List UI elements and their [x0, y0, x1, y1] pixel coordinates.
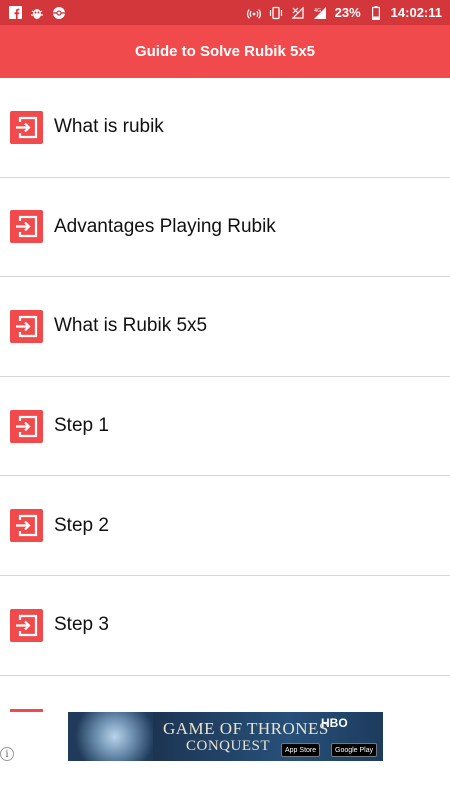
app-store-badge[interactable]: App Store	[281, 743, 321, 757]
list-item-label: Step 1	[54, 415, 109, 437]
list-item[interactable]: Step 3	[0, 576, 450, 676]
page-title: Guide to Solve Rubik 5x5	[134, 43, 316, 60]
battery-icon	[369, 5, 383, 20]
list-item-label: What is rubik	[54, 116, 164, 138]
list-item[interactable]: Advantages Playing Rubik	[0, 178, 450, 278]
no-signal-icon	[291, 6, 305, 20]
list-item[interactable]: What is rubik	[0, 78, 450, 178]
hotspot-icon	[246, 6, 261, 20]
list-item-label: Advantages Playing Rubik	[54, 215, 276, 237]
enter-icon	[10, 509, 43, 543]
enter-icon	[10, 608, 43, 642]
ad-title-line1: GAME OF THRONES	[163, 719, 329, 738]
ad-banner[interactable]: GAME OF THRONES CONQUEST HBO App Store G…	[68, 712, 383, 761]
4g-signal-icon: 4G	[313, 6, 327, 20]
status-left-icons	[8, 6, 66, 20]
list-item-label: What is Rubik 5x5	[54, 315, 208, 337]
facebook-icon	[8, 6, 22, 20]
list-item-label: Step 2	[54, 514, 109, 536]
status-bar: 4G 23% 14:02:11	[0, 0, 450, 25]
hbo-logo: HBO	[321, 716, 348, 730]
white-walker-image	[68, 712, 153, 761]
app-bar: Guide to Solve Rubik 5x5	[0, 25, 450, 78]
status-time: 14:02:11	[390, 5, 442, 20]
enter-icon	[10, 409, 43, 443]
list-item[interactable]: Step 2	[0, 476, 450, 576]
info-icon[interactable]: i	[0, 747, 14, 761]
list-item[interactable]: What is Rubik 5x5	[0, 277, 450, 377]
status-right-icons: 4G 23% 14:02:11	[246, 5, 442, 20]
battery-percent: 23%	[334, 5, 361, 20]
list-item-label: Step 3	[54, 614, 109, 636]
enter-icon	[10, 309, 43, 343]
svg-text:4G: 4G	[314, 8, 321, 14]
ad-title-line2: CONQUEST	[186, 738, 271, 754]
google-play-badge[interactable]: Google Play	[331, 743, 378, 757]
vibrate-icon	[269, 6, 283, 20]
menu-list: What is rubik Advantages Playing Rubik W…	[0, 78, 450, 676]
bug-icon	[30, 6, 44, 20]
enter-icon	[10, 210, 43, 244]
pokeball-icon	[52, 6, 66, 20]
enter-icon	[10, 110, 43, 144]
list-item[interactable]: Step 1	[0, 377, 450, 477]
